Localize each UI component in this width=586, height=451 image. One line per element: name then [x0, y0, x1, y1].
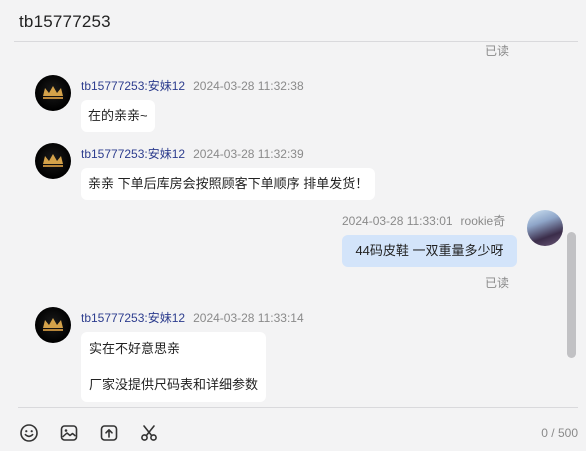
screenshot-button[interactable] [138, 422, 160, 444]
read-status: 已读 [485, 44, 510, 58]
read-status: 已读 [485, 276, 510, 290]
char-counter: 0 / 500 [541, 426, 578, 440]
upload-icon [100, 425, 118, 441]
message-time: 2024-03-28 11:33:14 [193, 311, 304, 325]
sender-name[interactable]: tb15777253:安妹12 [81, 79, 185, 93]
message-bubble[interactable]: 实在不好意思亲 厂家没提供尺码表和详细参数 [81, 332, 267, 402]
shop-avatar[interactable] [35, 143, 71, 179]
sender-name[interactable]: tb15777253:安妹12 [81, 311, 185, 325]
emoji-icon [20, 424, 38, 442]
sender-name[interactable]: rookie奇 [461, 214, 506, 228]
shop-avatar[interactable] [35, 75, 71, 111]
crown-icon [43, 154, 63, 167]
scissors-icon [141, 425, 157, 441]
message-time: 2024-03-28 11:32:38 [193, 79, 304, 93]
message-scrollbar[interactable] [567, 232, 576, 358]
message-meta: tb15777253:安妹12 2024-03-28 11:32:39 [81, 145, 304, 162]
toolbar-divider [18, 407, 578, 408]
upload-button[interactable] [98, 422, 120, 444]
message-line: 厂家没提供尺码表和详细参数 [89, 377, 259, 392]
image-icon [60, 425, 78, 441]
chat-title: tb15777253 [19, 12, 111, 31]
emoji-button[interactable] [18, 422, 40, 444]
message-meta: tb15777253:安妹12 2024-03-28 11:32:38 [81, 77, 304, 94]
message-time: 2024-03-28 11:33:01 [342, 214, 453, 228]
message-bubble[interactable]: 在的亲亲~ [81, 100, 155, 132]
message-list[interactable]: 已读 tb15777253:安妹12 2024-03-28 11:32:38 在的… [0, 42, 586, 406]
chat-header: tb15777253 [0, 0, 586, 42]
image-button[interactable] [58, 422, 80, 444]
crown-icon [43, 318, 63, 331]
input-toolbar: 0 / 500 [0, 406, 586, 451]
message-bubble[interactable]: 亲亲 下单后库房会按照顾客下单顺序 排单发货！ [81, 168, 376, 200]
sender-name[interactable]: tb15777253:安妹12 [81, 147, 185, 161]
shop-avatar[interactable] [35, 307, 71, 343]
crown-icon [43, 86, 63, 99]
message-meta: 2024-03-28 11:33:01 rookie奇 [342, 212, 505, 229]
message-meta: tb15777253:安妹12 2024-03-28 11:33:14 [81, 309, 304, 326]
message-time: 2024-03-28 11:32:39 [193, 147, 304, 161]
user-avatar[interactable] [527, 210, 563, 246]
message-line: 实在不好意思亲 [89, 341, 181, 356]
message-bubble[interactable]: 44码皮鞋 一双重量多少呀 [342, 235, 517, 267]
